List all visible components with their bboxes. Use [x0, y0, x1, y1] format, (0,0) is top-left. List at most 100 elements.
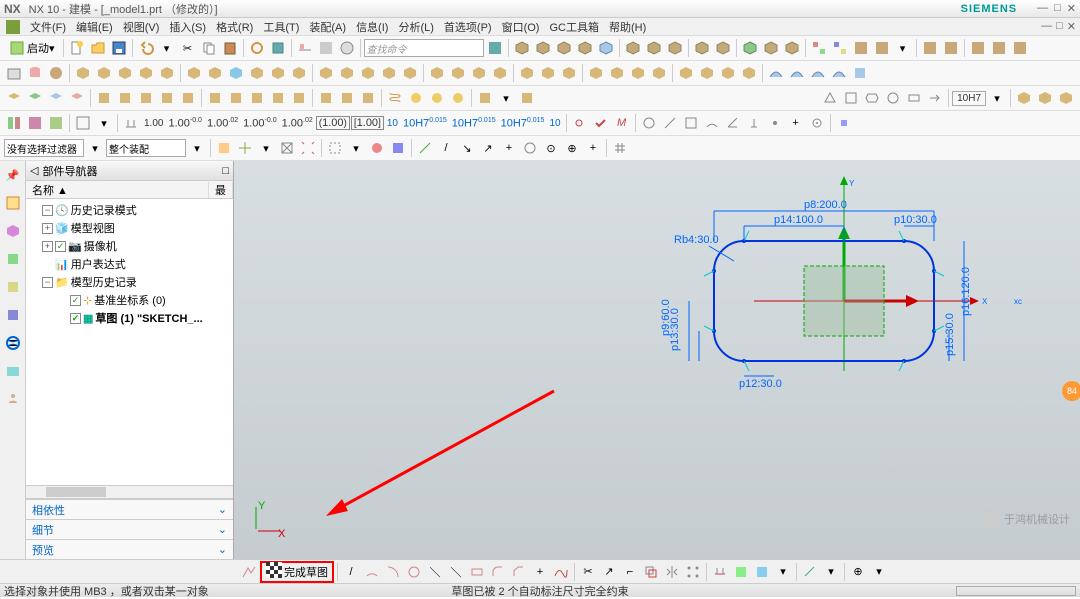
- feat-icon-7[interactable]: [205, 63, 225, 83]
- check-icon[interactable]: [591, 113, 611, 133]
- feat-icon-2[interactable]: [94, 63, 114, 83]
- gc4-icon[interactable]: [73, 113, 93, 133]
- sk-arc2-icon[interactable]: [383, 562, 403, 582]
- misc9-icon[interactable]: [268, 88, 288, 108]
- block-icon[interactable]: [4, 63, 24, 83]
- nav-undock-icon[interactable]: □: [222, 165, 229, 177]
- feat-icon-31[interactable]: [739, 63, 759, 83]
- search-command-input[interactable]: 查找命令: [364, 39, 484, 57]
- arc2-icon[interactable]: [702, 113, 722, 133]
- view-cube10-icon[interactable]: [713, 38, 733, 58]
- tree-datum-csys[interactable]: ✓⊹基准坐标系 (0): [28, 291, 231, 309]
- view-cube1-icon[interactable]: [512, 38, 532, 58]
- open-icon[interactable]: [88, 38, 108, 58]
- feat-icon-29[interactable]: [697, 63, 717, 83]
- x3-icon[interactable]: [517, 88, 537, 108]
- cut-icon[interactable]: ✂: [178, 38, 198, 58]
- view-cube9-icon[interactable]: [692, 38, 712, 58]
- assy-icon10[interactable]: [1010, 38, 1030, 58]
- gc1-icon[interactable]: [4, 113, 24, 133]
- sel9-icon[interactable]: [388, 138, 408, 158]
- sq2-icon[interactable]: [681, 113, 701, 133]
- assy-icon4[interactable]: [872, 38, 892, 58]
- feat-icon-30[interactable]: [718, 63, 738, 83]
- filter-dropdown[interactable]: 没有选择过滤器: [4, 139, 84, 157]
- tape3-icon[interactable]: [448, 88, 468, 108]
- child-maximize-icon[interactable]: □: [1056, 20, 1063, 33]
- menu-edit[interactable]: 编辑(E): [72, 19, 117, 35]
- view-cube13-icon[interactable]: [782, 38, 802, 58]
- tree-model-history[interactable]: −📁模型历史记录: [28, 273, 231, 291]
- feat-icon-11[interactable]: [289, 63, 309, 83]
- view-cube6-icon[interactable]: [623, 38, 643, 58]
- sk-more2-icon[interactable]: ▾: [869, 562, 889, 582]
- feat-icon-21[interactable]: [517, 63, 537, 83]
- sk-fillet-icon[interactable]: [488, 562, 508, 582]
- hex-icon[interactable]: [862, 88, 882, 108]
- feat-icon-15[interactable]: [379, 63, 399, 83]
- misc7-icon[interactable]: [226, 88, 246, 108]
- sk-offset-icon[interactable]: [641, 562, 661, 582]
- assy-icon3[interactable]: [851, 38, 871, 58]
- feat-icon-19[interactable]: [469, 63, 489, 83]
- pin-icon[interactable]: 📌: [3, 165, 23, 185]
- tri-icon[interactable]: [820, 88, 840, 108]
- menu-tools[interactable]: 工具(T): [259, 19, 303, 35]
- feat-icon-16[interactable]: [400, 63, 420, 83]
- snap2-icon[interactable]: /: [436, 138, 456, 158]
- misc8-icon[interactable]: [247, 88, 267, 108]
- feat-icon-12[interactable]: [316, 63, 336, 83]
- menu-gc[interactable]: GC工具箱: [545, 19, 603, 35]
- view-cube8-icon[interactable]: [665, 38, 685, 58]
- feat-icon-20[interactable]: [490, 63, 510, 83]
- snap4-icon[interactable]: ↗: [478, 138, 498, 158]
- repeat-icon[interactable]: [247, 38, 267, 58]
- sk-dim1-icon[interactable]: [710, 562, 730, 582]
- feat-icon-28[interactable]: [676, 63, 696, 83]
- circ-icon[interactable]: [883, 88, 903, 108]
- feat-icon-22[interactable]: [538, 63, 558, 83]
- feat-icon-24[interactable]: [586, 63, 606, 83]
- paste-icon[interactable]: [220, 38, 240, 58]
- fit-dd-icon[interactable]: ▾: [987, 88, 1007, 108]
- feat-icon-8[interactable]: [226, 63, 246, 83]
- sel1-icon[interactable]: [214, 138, 234, 158]
- sel4-icon[interactable]: [277, 138, 297, 158]
- dot-icon[interactable]: [765, 113, 785, 133]
- tree-camera[interactable]: +✓📷摄像机: [28, 237, 231, 255]
- feat-icon-9[interactable]: [247, 63, 267, 83]
- assy-icon9[interactable]: [989, 38, 1009, 58]
- assy-icon8[interactable]: [968, 38, 988, 58]
- tree-sketch-1[interactable]: ✓▦草图 (1) "SKETCH_...: [28, 309, 231, 327]
- surf-icon-2[interactable]: [787, 63, 807, 83]
- part-nav-icon[interactable]: [3, 193, 23, 213]
- surf-icon-4[interactable]: [829, 63, 849, 83]
- cylinder-icon[interactable]: [25, 63, 45, 83]
- surf-icon-5[interactable]: [850, 63, 870, 83]
- constraint-nav-icon[interactable]: [3, 249, 23, 269]
- view-cube12-icon[interactable]: [761, 38, 781, 58]
- snap1-icon[interactable]: [415, 138, 435, 158]
- sk-geo2-icon[interactable]: ▾: [821, 562, 841, 582]
- sk-line-icon[interactable]: /: [341, 562, 361, 582]
- feat-icon-27[interactable]: [649, 63, 669, 83]
- sphere-icon[interactable]: [46, 63, 66, 83]
- feat-icon-23[interactable]: [559, 63, 579, 83]
- menu-assy[interactable]: 装配(A): [305, 19, 350, 35]
- sketch-profile-icon[interactable]: [239, 562, 259, 582]
- misc11-icon[interactable]: [316, 88, 336, 108]
- save-icon[interactable]: [109, 38, 129, 58]
- undo-icon[interactable]: [136, 38, 156, 58]
- reuse-icon[interactable]: [3, 277, 23, 297]
- nav-back-icon[interactable]: ◁: [30, 164, 38, 177]
- sk-constraint-icon[interactable]: ▾: [773, 562, 793, 582]
- sel5-icon[interactable]: [298, 138, 318, 158]
- tree-model-view[interactable]: +🧊模型视图: [28, 219, 231, 237]
- feat-icon-1[interactable]: [73, 63, 93, 83]
- view-cube3-icon[interactable]: [554, 38, 574, 58]
- assy-icon2[interactable]: [830, 38, 850, 58]
- sk-mirror-icon[interactable]: [662, 562, 682, 582]
- sk-trim-icon[interactable]: ✂: [578, 562, 598, 582]
- line2-icon[interactable]: [660, 113, 680, 133]
- gc5-icon[interactable]: ▾: [94, 113, 114, 133]
